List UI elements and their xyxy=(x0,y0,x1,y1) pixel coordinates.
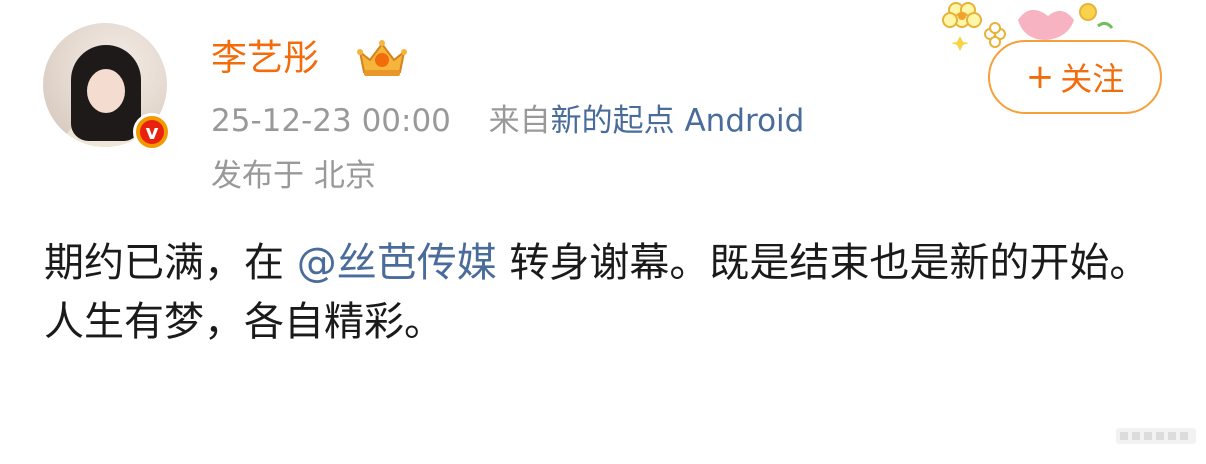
source-prefix: 来自 xyxy=(488,103,551,139)
content-paragraph: 期约已满，在 @丝芭传媒 转身谢幕。既是结束也是新的开始。 xyxy=(44,234,1174,293)
content-text: 转身谢幕。既是结束也是新的开始。 xyxy=(496,240,1150,286)
verified-badge-icon: v xyxy=(133,113,171,151)
source-app-link[interactable]: 新的起点 Android xyxy=(551,103,805,139)
mention-link[interactable]: @丝芭传媒 xyxy=(297,240,497,286)
post-location: 发布于 北京 xyxy=(211,158,376,194)
content-text: 期约已满，在 xyxy=(44,240,297,286)
content-paragraph: 人生有梦，各自精彩。 xyxy=(44,293,1174,352)
post-meta: 25-12-23 00:00 来自新的起点 Android xyxy=(211,101,804,141)
post-timestamp[interactable]: 25-12-23 00:00 xyxy=(211,103,451,139)
post-content: 期约已满，在 @丝芭传媒 转身谢幕。既是结束也是新的开始。 人生有梦，各自精彩。 xyxy=(44,234,1174,352)
avatar[interactable]: v xyxy=(43,23,171,151)
author-name[interactable]: 李艺彤 xyxy=(211,36,319,82)
watermark-icon xyxy=(1116,428,1196,444)
follow-button[interactable]: + 关注 xyxy=(988,40,1162,114)
crown-member-icon[interactable] xyxy=(356,38,408,80)
content-text: 人生有梦，各自精彩。 xyxy=(44,299,444,345)
plus-icon: + xyxy=(1025,57,1055,97)
follow-button-label: 关注 xyxy=(1060,60,1125,98)
